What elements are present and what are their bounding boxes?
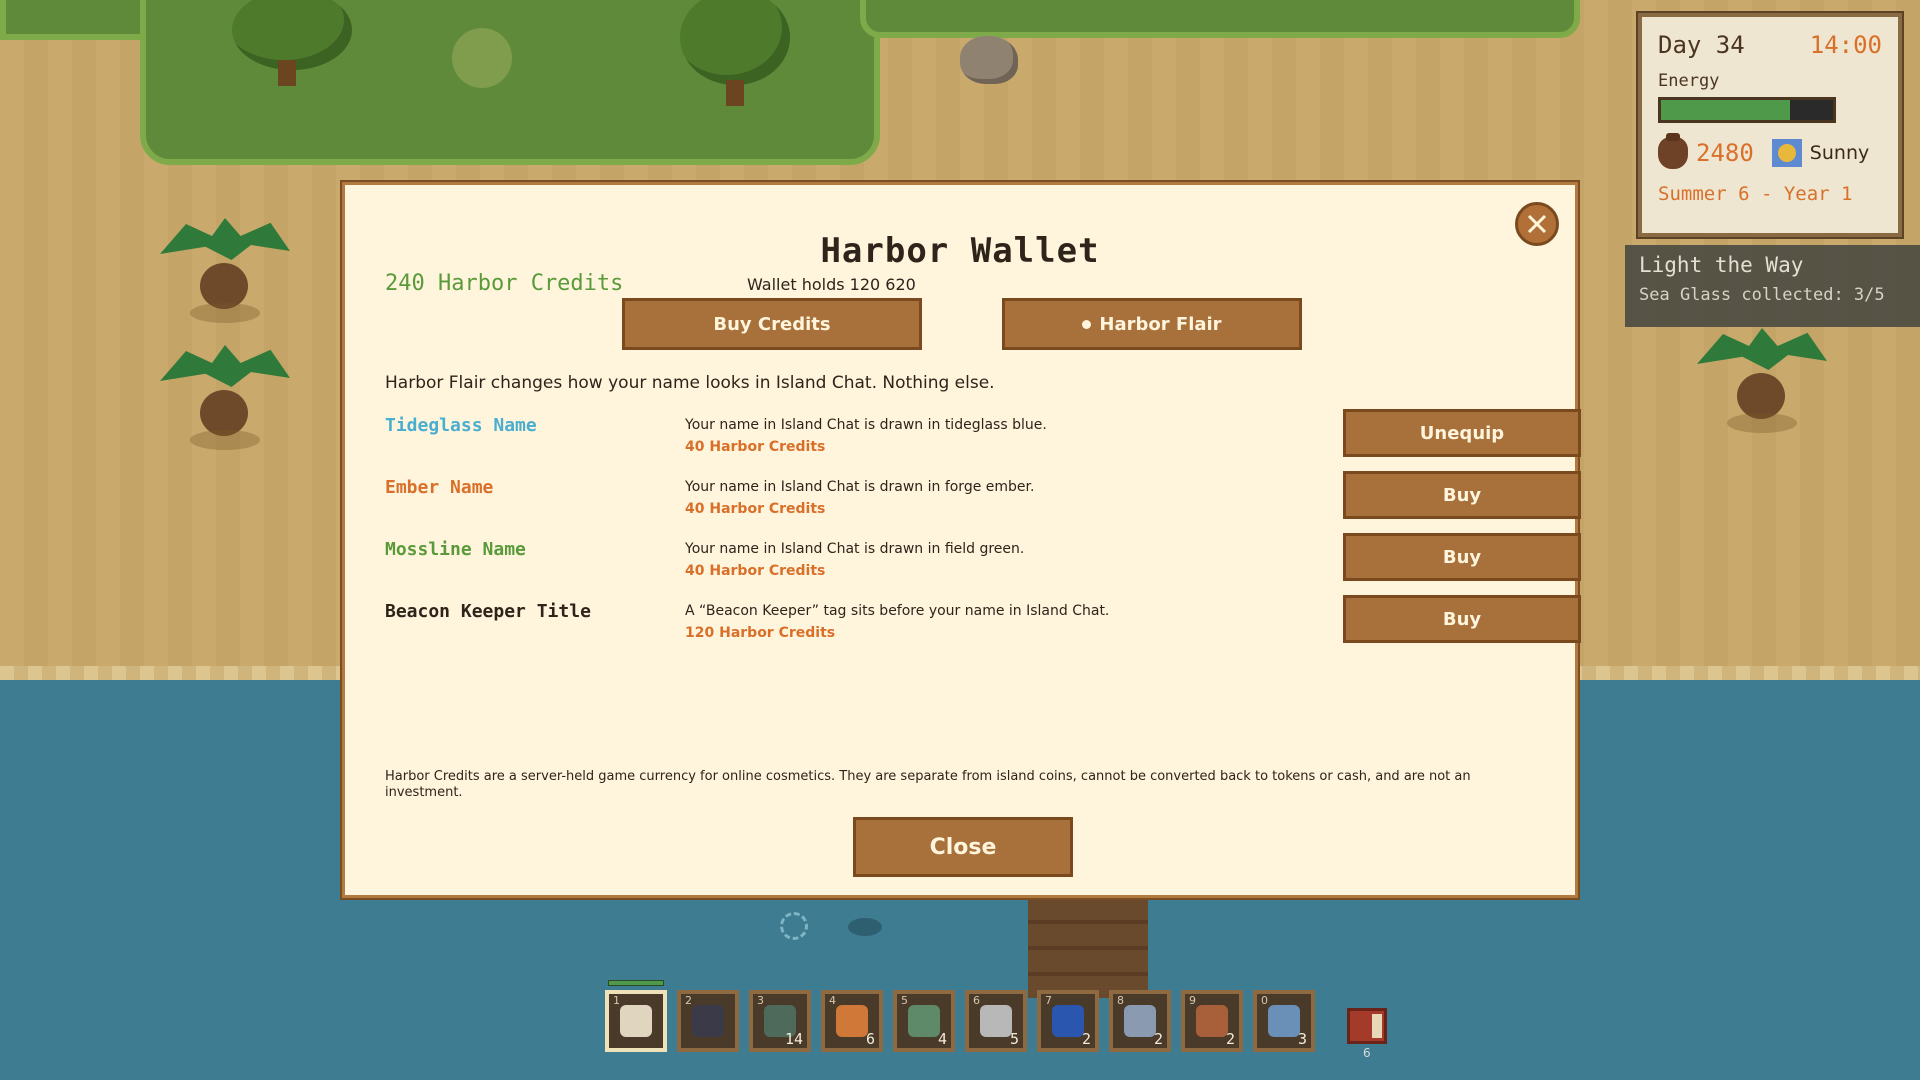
grass-patch bbox=[860, 0, 1580, 38]
slot-key-label: 9 bbox=[1189, 994, 1196, 1007]
flair-item-name: Ember Name bbox=[385, 477, 494, 498]
flair-item-description: Your name in Island Chat is drawn in tid… bbox=[685, 417, 1047, 433]
flair-item-price: 120 Harbor Credits bbox=[685, 625, 836, 641]
pickaxe-icon bbox=[620, 1005, 652, 1037]
tab-buy-credits[interactable]: Buy Credits bbox=[622, 298, 922, 350]
hotbar-slot[interactable]: 82 bbox=[1109, 990, 1171, 1052]
hotbar-slot[interactable]: 03 bbox=[1253, 990, 1315, 1052]
slot-key-label: 1 bbox=[613, 994, 620, 1007]
flair-item-name: Mossline Name bbox=[385, 539, 526, 560]
journal-count: 6 bbox=[1363, 1046, 1371, 1060]
journal-icon[interactable] bbox=[1347, 1008, 1387, 1044]
slot-count: 6 bbox=[865, 1030, 875, 1048]
slot-count: 2 bbox=[1153, 1030, 1163, 1048]
currency-disclaimer: Harbor Credits are a server-held game cu… bbox=[385, 769, 1471, 800]
flair-item-price: 40 Harbor Credits bbox=[685, 563, 826, 579]
slot-key-label: 5 bbox=[901, 994, 908, 1007]
energy-label: Energy bbox=[1658, 71, 1720, 91]
bush bbox=[452, 28, 512, 88]
tab-harbor-flair-label: Harbor Flair bbox=[1099, 313, 1222, 335]
sapphire-icon bbox=[1052, 1005, 1084, 1037]
tab-buy-credits-label: Buy Credits bbox=[713, 313, 831, 335]
flair-item-row: Tideglass Name Your name in Island Chat … bbox=[385, 409, 1581, 465]
flair-item-description: Your name in Island Chat is drawn in fie… bbox=[685, 541, 1025, 557]
flair-item-price: 40 Harbor Credits bbox=[685, 501, 826, 517]
flair-item-name: Tideglass Name bbox=[385, 415, 537, 436]
flair-item-row: Ember Name Your name in Island Chat is d… bbox=[385, 471, 1581, 527]
flair-item-price: 40 Harbor Credits bbox=[685, 439, 826, 455]
wood-icon bbox=[836, 1005, 868, 1037]
dialog-title: Harbor Wallet bbox=[820, 231, 1100, 271]
gem-icon bbox=[1268, 1005, 1300, 1037]
selected-slot-durability-bar bbox=[608, 980, 664, 986]
credits-balance: 240 Harbor Credits bbox=[385, 271, 624, 296]
flair-item-row: Mossline Name Your name in Island Chat i… bbox=[385, 533, 1581, 589]
rock bbox=[960, 36, 1018, 84]
active-tab-dot-icon bbox=[1082, 319, 1092, 329]
hotbar-slot[interactable]: 72 bbox=[1037, 990, 1099, 1052]
slot-count: 2 bbox=[1225, 1030, 1235, 1048]
slot-key-label: 0 bbox=[1261, 994, 1268, 1007]
water-ripple bbox=[780, 912, 808, 940]
wooden-dock bbox=[1028, 898, 1148, 998]
axe-icon bbox=[692, 1005, 724, 1037]
status-panel: Day 34 14:00 Energy 2480 Sunny Summer 6 … bbox=[1636, 11, 1904, 239]
slot-key-label: 2 bbox=[685, 994, 692, 1007]
hotbar-slot[interactable]: 92 bbox=[1181, 990, 1243, 1052]
season-label: Summer 6 - Year 1 bbox=[1658, 183, 1853, 205]
buy-button[interactable]: Buy bbox=[1343, 533, 1581, 581]
fiber-icon bbox=[908, 1005, 940, 1037]
wallet-holds-label: Wallet holds 120 620 bbox=[747, 275, 916, 294]
flair-item-name: Beacon Keeper Title bbox=[385, 601, 591, 622]
iron-bar-icon bbox=[1124, 1005, 1156, 1037]
unequip-button[interactable]: Unequip bbox=[1343, 409, 1581, 457]
energy-bar bbox=[1658, 97, 1836, 123]
harbor-wallet-dialog: Harbor Wallet 240 Harbor Credits Wallet … bbox=[342, 182, 1581, 898]
fish-shadow bbox=[848, 918, 882, 936]
flair-item-row: Beacon Keeper Title A “Beacon Keeper” ta… bbox=[385, 595, 1581, 651]
slot-key-label: 7 bbox=[1045, 994, 1052, 1007]
palm-tree bbox=[160, 218, 290, 328]
tree-trunk bbox=[726, 80, 744, 106]
hotbar-slot[interactable]: 65 bbox=[965, 990, 1027, 1052]
quest-title: Light the Way bbox=[1639, 253, 1804, 277]
slot-count: 5 bbox=[1009, 1030, 1019, 1048]
time-label: 14:00 bbox=[1809, 31, 1882, 59]
palm-tree bbox=[160, 345, 290, 455]
palm-tree bbox=[1697, 328, 1827, 438]
tab-harbor-flair[interactable]: Harbor Flair bbox=[1002, 298, 1302, 350]
energy-bar-fill bbox=[1661, 100, 1790, 120]
hotbar-slot[interactable]: 54 bbox=[893, 990, 955, 1052]
close-button[interactable]: Close bbox=[853, 817, 1073, 877]
buy-button[interactable]: Buy bbox=[1343, 471, 1581, 519]
hotbar-slot[interactable]: 46 bbox=[821, 990, 883, 1052]
slot-count: 2 bbox=[1081, 1030, 1091, 1048]
hotbar-slot[interactable]: 3 14 bbox=[749, 990, 811, 1052]
slot-key-label: 4 bbox=[829, 994, 836, 1007]
slot-count: 4 bbox=[937, 1030, 947, 1048]
buy-button[interactable]: Buy bbox=[1343, 595, 1581, 643]
hotbar: 1 2 3 14 4 6 5 4 6 5 7 2 8 2 9 2 0 3 bbox=[605, 990, 1315, 1052]
sun-icon bbox=[1771, 139, 1802, 167]
quest-tracker[interactable]: Light the Way Sea Glass collected: 3/5 bbox=[1625, 245, 1920, 327]
hotbar-slot[interactable]: 1 bbox=[605, 990, 667, 1052]
flair-item-description: A “Beacon Keeper” tag sits before your n… bbox=[685, 603, 1110, 619]
slot-key-label: 3 bbox=[757, 994, 764, 1007]
coin-bag-icon bbox=[1658, 133, 1688, 169]
tree-trunk bbox=[278, 60, 296, 86]
weather-label: Sunny bbox=[1809, 142, 1870, 164]
hotbar-slot[interactable]: 2 bbox=[677, 990, 739, 1052]
quest-progress: Sea Glass collected: 3/5 bbox=[1639, 285, 1885, 305]
flair-item-description: Your name in Island Chat is drawn in for… bbox=[685, 479, 1035, 495]
slot-count: 3 bbox=[1297, 1030, 1307, 1048]
slot-key-label: 6 bbox=[973, 994, 980, 1007]
slot-key-label: 8 bbox=[1117, 994, 1124, 1007]
day-label: Day 34 bbox=[1658, 31, 1745, 59]
coin-count: 2480 bbox=[1696, 139, 1754, 167]
flair-description: Harbor Flair changes how your name looks… bbox=[385, 373, 995, 393]
plank-icon bbox=[1196, 1005, 1228, 1037]
slot-count: 14 bbox=[784, 1030, 803, 1048]
ore-icon bbox=[980, 1005, 1012, 1037]
